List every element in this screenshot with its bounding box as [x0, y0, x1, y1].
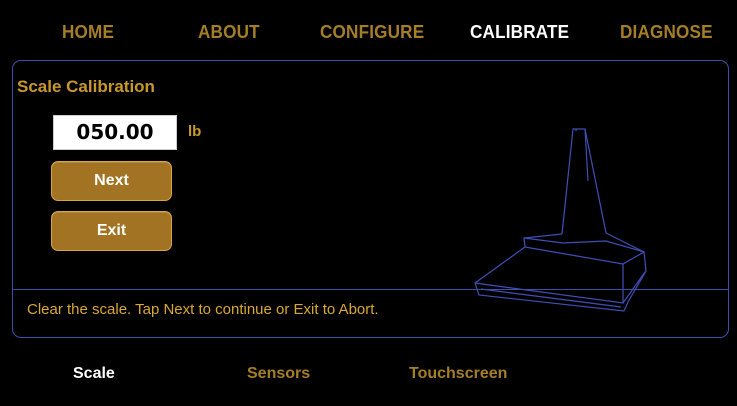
panel-divider [13, 289, 728, 290]
panel-title: Scale Calibration [17, 77, 155, 96]
next-button[interactable]: Next [51, 161, 172, 201]
tab-scale[interactable]: Scale [73, 365, 115, 383]
scale-platform-icon [474, 128, 647, 312]
nav-configure[interactable]: CONFIGURE [320, 22, 424, 43]
nav-about[interactable]: ABOUT [198, 22, 260, 43]
nav-calibrate[interactable]: CALIBRATE [470, 22, 569, 43]
nav-home[interactable]: HOME [62, 22, 114, 43]
weight-value-field[interactable]: 050.00 [53, 115, 177, 150]
nav-diagnose[interactable]: DIAGNOSE [620, 22, 713, 43]
exit-button[interactable]: Exit [51, 211, 172, 251]
tab-sensors[interactable]: Sensors [247, 365, 310, 383]
tab-touchscreen[interactable]: Touchscreen [409, 365, 507, 383]
calibration-panel: Scale Calibration 050.00 lb Next Exit Cl… [12, 60, 729, 338]
top-navigation: HOME ABOUT CONFIGURE CALIBRATE DIAGNOSE [0, 0, 737, 60]
status-message: Clear the scale. Tap Next to continue or… [27, 301, 379, 318]
weight-unit: lb [188, 123, 202, 140]
